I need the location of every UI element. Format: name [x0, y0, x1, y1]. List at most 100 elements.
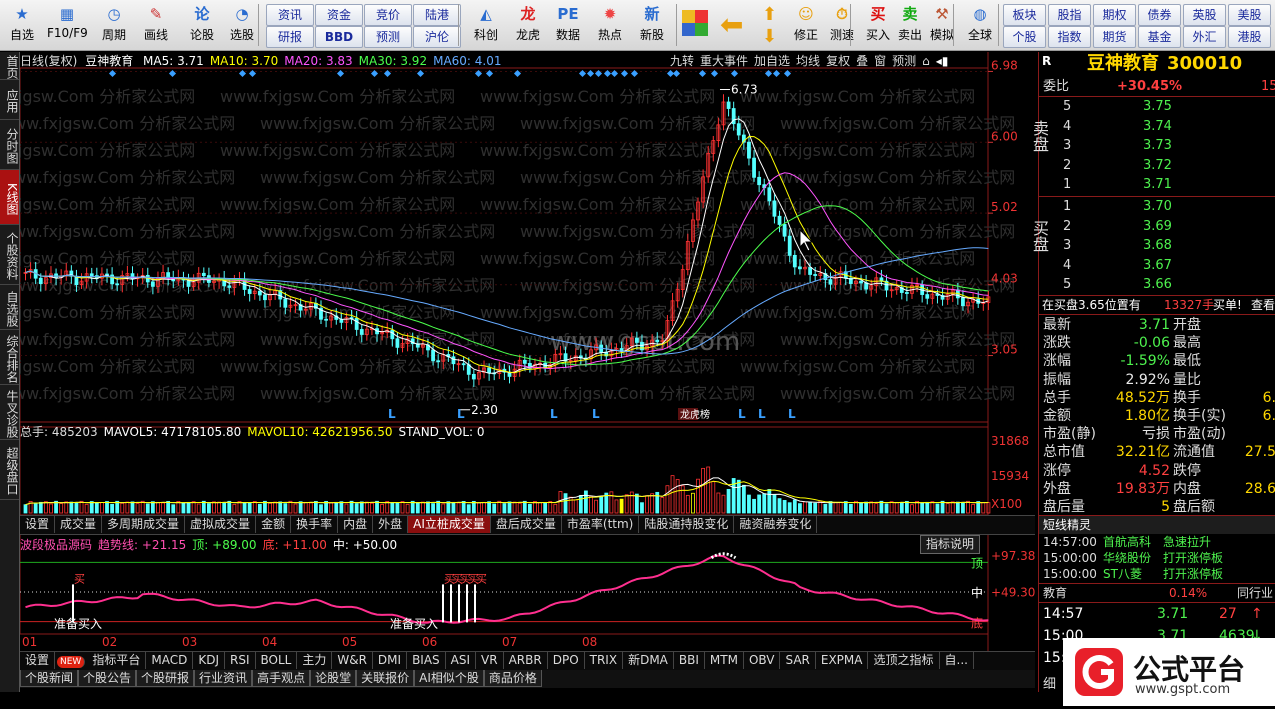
grid-button-left[interactable]: 研报: [266, 26, 314, 48]
indicator-tab-5[interactable]: RSI: [225, 652, 256, 669]
bottom-detail-tab[interactable]: 细: [1043, 673, 1056, 692]
toolbar-button-9[interactable]: ✹ 热点: [590, 2, 630, 48]
sell-level-row[interactable]: 4 3.74: [1039, 118, 1275, 136]
sector-row[interactable]: 教育 0.14% 同行业: [1039, 583, 1275, 603]
indicator-tab-20[interactable]: SAR: [780, 652, 816, 669]
side-tab-6[interactable]: 综合排名: [0, 330, 19, 385]
sprite-row[interactable]: 14:57:00 首航高科 急速拉升: [1039, 534, 1275, 550]
grid-button-right[interactable]: 英股: [1183, 4, 1226, 26]
info-tab-3[interactable]: 行业资讯: [194, 670, 253, 687]
toolbar-button-1[interactable]: ▦ F10/F9: [47, 2, 88, 48]
sector-link[interactable]: 同行业: [1237, 584, 1273, 602]
up-arrow-icon[interactable]: ⬆: [762, 4, 777, 25]
info-tab-5[interactable]: 论股堂: [310, 670, 357, 687]
indicator-tab-23[interactable]: 自...: [940, 652, 974, 669]
toolbar-button-11[interactable]: ☺ 修正: [786, 2, 826, 48]
grid-button-left[interactable]: 预测: [364, 26, 412, 48]
buy-level-row[interactable]: 1 3.70: [1039, 198, 1275, 216]
side-tab-2[interactable]: 分时图: [0, 120, 19, 170]
toolbar-button-7[interactable]: 龙龙虎: [508, 2, 548, 48]
indicator-tab-15[interactable]: TRIX: [585, 652, 624, 669]
toolbar-button-4[interactable]: 论论股: [182, 2, 222, 48]
sprite-title[interactable]: 短线精灵: [1039, 515, 1275, 534]
side-tab-0[interactable]: 首页: [0, 52, 19, 80]
indicator-tab-11[interactable]: ASI: [446, 652, 477, 669]
grid-button-right[interactable]: 外汇: [1183, 26, 1226, 48]
side-tab-7[interactable]: 牛叉诊股: [0, 385, 19, 440]
indicator-tab-1[interactable]: NEW: [57, 656, 86, 668]
volume-tab-12[interactable]: 融资融券变化: [734, 516, 818, 533]
buy-level-row[interactable]: 5 3.66: [1039, 276, 1275, 294]
grid-button-left[interactable]: 沪伦: [413, 26, 461, 48]
buy-level-row[interactable]: 2 3.69: [1039, 218, 1275, 236]
info-tab-4[interactable]: 高手观点: [252, 670, 311, 687]
indicator-tab-10[interactable]: BIAS: [407, 652, 446, 669]
sell-level-row[interactable]: 1 3.71: [1039, 176, 1275, 194]
grid-button-left[interactable]: 资讯: [266, 4, 314, 26]
info-tab-0[interactable]: 个股新闻: [20, 670, 79, 687]
indicator-tab-22[interactable]: 选顶之指标: [868, 652, 940, 669]
indicator-tab-18[interactable]: MTM: [705, 652, 744, 669]
info-tab-6[interactable]: 关联报价: [356, 670, 415, 687]
grid-button-right[interactable]: 个股: [1003, 26, 1046, 48]
indicator-tab-0[interactable]: 设置: [20, 652, 56, 669]
buy-level-row[interactable]: 4 3.67: [1039, 257, 1275, 275]
volume-tab-2[interactable]: 多周期成交量: [102, 516, 186, 533]
info-tab-1[interactable]: 个股公告: [78, 670, 137, 687]
volume-tab-9[interactable]: 盘后成交量: [491, 516, 562, 533]
kline-chart-area[interactable]: 日线(复权) 豆神教育 MA5: 3.71 MA10: 3.70 MA20: 3.8…: [20, 52, 1035, 652]
toolbar-button-5[interactable]: ◔ 选股: [222, 2, 262, 48]
toolbar-button-3[interactable]: ✎ 画线: [136, 2, 176, 48]
info-tab-2[interactable]: 个股研报: [136, 670, 195, 687]
info-tab-8[interactable]: 商品价格: [483, 670, 542, 687]
info-tab-7[interactable]: AI相似个股: [414, 670, 484, 687]
side-tab-1[interactable]: 应用: [0, 80, 19, 120]
sell-level-row[interactable]: 5 3.75: [1039, 98, 1275, 116]
grid-button-left[interactable]: 陆港: [413, 4, 461, 26]
indicator-tab-13[interactable]: ARBR: [504, 652, 548, 669]
indicator-tab-19[interactable]: OBV: [744, 652, 781, 669]
grid-button-right[interactable]: 期货: [1093, 26, 1136, 48]
indicator-tab-9[interactable]: DMI: [373, 652, 408, 669]
toolbar-button-10[interactable]: 新新股: [632, 2, 672, 48]
side-tab-4[interactable]: 个股资料: [0, 225, 19, 285]
volume-tab-4[interactable]: 金额: [256, 516, 292, 533]
toolbar-button-16[interactable]: ◍ 全球: [960, 2, 1000, 48]
volume-tab-11[interactable]: 陆股通持股变化: [639, 516, 735, 533]
grid-button-right[interactable]: 美股: [1228, 4, 1271, 26]
indicator-tab-17[interactable]: BBI: [674, 652, 705, 669]
sell-level-row[interactable]: 3 3.73: [1039, 137, 1275, 155]
indicator-tab-3[interactable]: MACD: [146, 652, 194, 669]
toolbar-button-2[interactable]: ◷ 周期: [94, 2, 134, 48]
toolbar-button-8[interactable]: PE 数据: [548, 2, 588, 48]
indicator-tab-4[interactable]: KDJ: [193, 652, 225, 669]
volume-tab-5[interactable]: 换手率: [291, 516, 339, 533]
back-arrow-icon[interactable]: ⬅: [720, 8, 743, 41]
volume-tab-1[interactable]: 成交量: [55, 516, 103, 533]
indicator-tab-2[interactable]: 指标平台: [87, 652, 147, 669]
grid-button-right[interactable]: 指数: [1048, 26, 1091, 48]
volume-tab-7[interactable]: 外盘: [373, 516, 409, 533]
grid-button-right[interactable]: 债券: [1138, 4, 1181, 26]
chart-canvas[interactable]: www.fxjgsw.Com 分析家公式网 www.fxjgsw.Com 分析家公…: [20, 52, 1035, 652]
grid-button-left[interactable]: 竞价: [364, 4, 412, 26]
volume-tab-3[interactable]: 虚拟成交量: [185, 516, 257, 533]
volume-tab-8[interactable]: AI立桩成交量: [408, 516, 491, 533]
notice-link[interactable]: 查看: [1251, 296, 1275, 314]
color-grid-icon[interactable]: [682, 10, 708, 36]
side-tab-3[interactable]: K线图: [0, 170, 19, 225]
grid-button-right[interactable]: 板块: [1003, 4, 1046, 26]
volume-tab-10[interactable]: 市盈率(ttm): [562, 516, 640, 533]
grid-button-left[interactable]: BBD: [315, 26, 363, 48]
buy-level-row[interactable]: 3 3.68: [1039, 237, 1275, 255]
grid-button-right[interactable]: 港股: [1228, 26, 1271, 48]
indicator-tab-8[interactable]: W&R: [332, 652, 373, 669]
toolbar-button-0[interactable]: ★ 自选: [2, 2, 42, 48]
down-arrow-icon[interactable]: ⬇: [762, 26, 777, 47]
toolbar-button-15[interactable]: ⚒ 模拟: [922, 2, 962, 48]
grid-button-right[interactable]: 股指: [1048, 4, 1091, 26]
sell-level-row[interactable]: 2 3.72: [1039, 157, 1275, 175]
grid-button-left[interactable]: 资金: [315, 4, 363, 26]
side-tab-5[interactable]: 自选股: [0, 285, 19, 330]
indicator-tab-16[interactable]: 新DMA: [623, 652, 674, 669]
